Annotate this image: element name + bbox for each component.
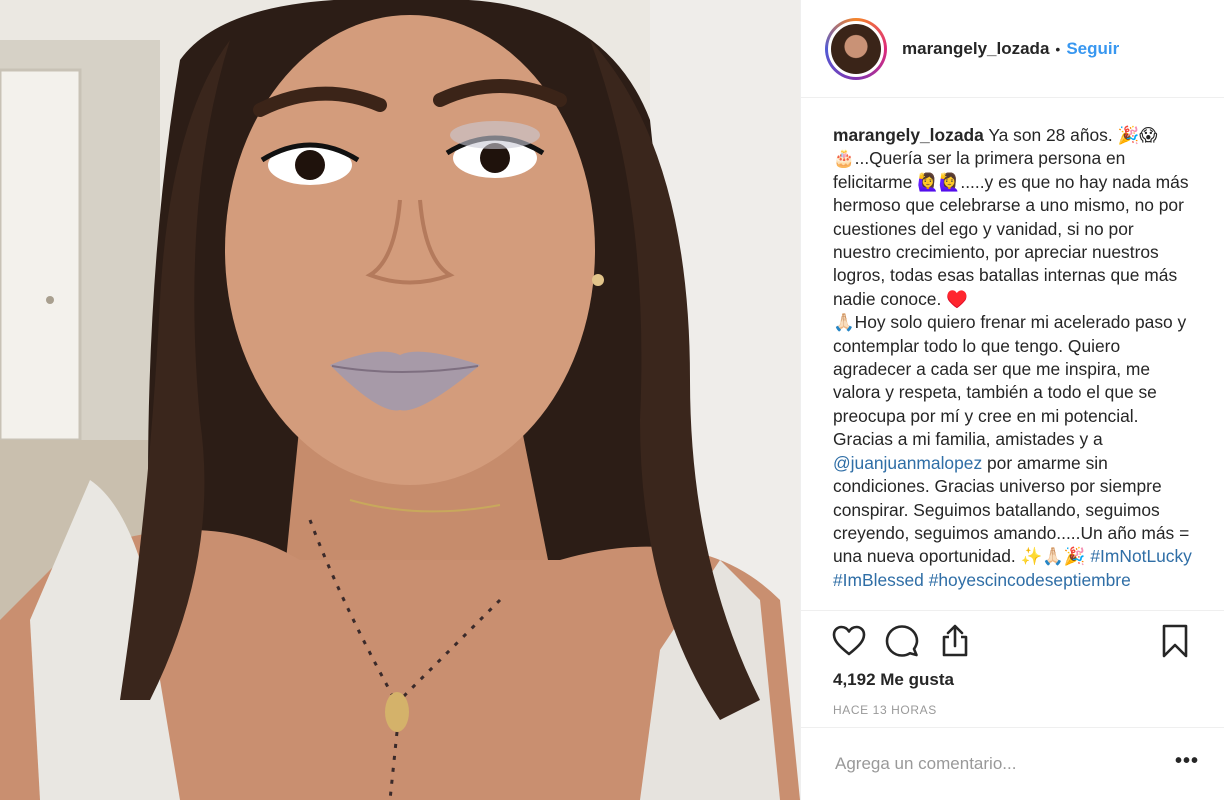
mention-link[interactable]: @juanjuanmalopez <box>833 453 982 473</box>
comment-bar: ••• <box>801 727 1224 800</box>
selfie-image <box>0 0 800 800</box>
caption-body-1: Ya son 28 años. 🎉😱 🎂...Quería ser la pri… <box>833 125 1189 450</box>
heart-icon[interactable] <box>831 623 867 659</box>
instagram-post: marangely_lozada • Seguir marangely_loza… <box>0 0 1224 800</box>
caption-scroll-area[interactable]: marangely_lozada Ya son 28 años. 🎉😱 🎂...… <box>801 98 1224 610</box>
header-separator: • <box>1055 40 1061 57</box>
likes-count[interactable]: 4,192 Me gusta <box>833 670 954 690</box>
caption-text: marangely_lozada Ya son 28 años. 🎉😱 🎂...… <box>801 98 1224 592</box>
comment-icon[interactable] <box>884 623 920 659</box>
post-header: marangely_lozada • Seguir <box>801 0 1224 98</box>
bookmark-icon[interactable] <box>1157 623 1193 659</box>
follow-button[interactable]: Seguir <box>1066 39 1119 59</box>
avatar[interactable] <box>825 17 887 80</box>
hashtag-link[interactable]: #hoyescincodeseptiembre <box>929 570 1131 590</box>
avatar-image <box>828 20 884 77</box>
hashtag-link[interactable]: #ImNotLucky <box>1090 546 1191 566</box>
share-icon[interactable] <box>937 623 973 659</box>
username-link[interactable]: marangely_lozada <box>902 39 1049 59</box>
post-timestamp: HACE 13 HORAS <box>833 703 937 717</box>
post-side-panel: marangely_lozada • Seguir marangely_loza… <box>800 0 1224 800</box>
hashtag-link[interactable]: #ImBlessed <box>833 570 924 590</box>
more-options-button[interactable]: ••• <box>1175 750 1199 773</box>
caption-username-link[interactable]: marangely_lozada <box>833 125 984 145</box>
post-actions <box>801 610 1224 671</box>
post-photo[interactable] <box>0 0 800 800</box>
comment-input[interactable] <box>833 753 1167 775</box>
